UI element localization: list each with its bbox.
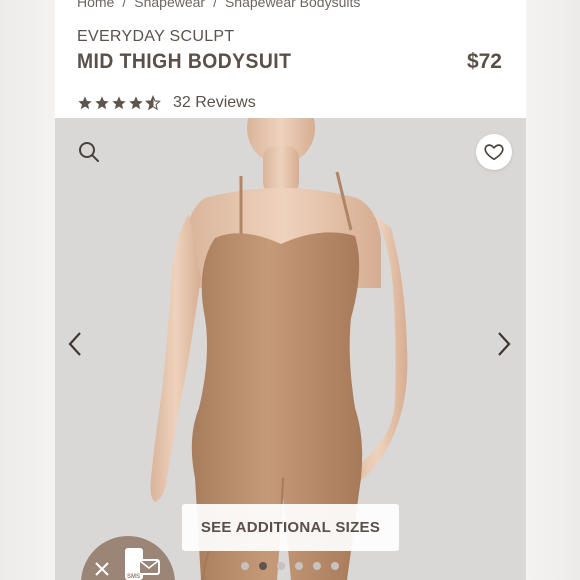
pagination-dot[interactable] (277, 562, 285, 570)
next-image-button[interactable] (492, 328, 516, 360)
product-image-gallery[interactable]: SEE ADDITIONAL SIZES SMS (55, 118, 526, 580)
chevron-left-icon (68, 332, 81, 356)
sms-label: SMS (127, 574, 140, 580)
product-panel: Home / Shapewear / Shapewear Bodysuits EVERY… (55, 0, 526, 580)
left-backdrop (0, 0, 55, 580)
half-star-icon (145, 95, 161, 111)
star-icon (129, 96, 143, 110)
breadcrumb-shapewear[interactable]: Shapewear (134, 0, 205, 10)
review-count-link[interactable]: 32 Reviews (173, 94, 256, 112)
pagination-dot[interactable] (241, 562, 249, 570)
breadcrumb-home[interactable]: Home (77, 0, 114, 10)
heart-icon (484, 144, 504, 161)
product-price: $72 (466, 50, 502, 73)
rating-row[interactable]: 32 Reviews (77, 94, 256, 112)
image-pagination (241, 562, 339, 570)
product-collection: EVERYDAY SCULPT (77, 28, 235, 45)
pagination-dot[interactable] (331, 562, 339, 570)
previous-image-button[interactable] (63, 328, 87, 360)
breadcrumb-separator: / (122, 0, 127, 10)
wishlist-button[interactable] (476, 134, 512, 170)
see-additional-sizes-button[interactable]: SEE ADDITIONAL SIZES (182, 504, 399, 551)
star-icon (78, 96, 92, 110)
right-backdrop (526, 0, 580, 580)
chevron-right-icon (498, 332, 511, 356)
star-rating (77, 95, 161, 111)
pagination-dot[interactable] (295, 562, 303, 570)
breadcrumb: Home / Shapewear / Shapewear Bodysuits (77, 0, 360, 10)
breadcrumb-separator: / (213, 0, 217, 10)
pagination-dot[interactable] (313, 562, 321, 570)
search-button[interactable] (75, 138, 103, 166)
close-icon[interactable] (93, 560, 111, 578)
search-icon (79, 142, 99, 162)
star-icon (95, 96, 109, 110)
breadcrumb-bodysuits[interactable]: Shapewear Bodysuits (225, 0, 360, 10)
pagination-dot-active[interactable] (259, 562, 267, 570)
star-icon (112, 96, 126, 110)
sms-phone-icon: SMS (125, 548, 160, 580)
product-title: MID THIGH BODYSUIT (77, 50, 292, 73)
